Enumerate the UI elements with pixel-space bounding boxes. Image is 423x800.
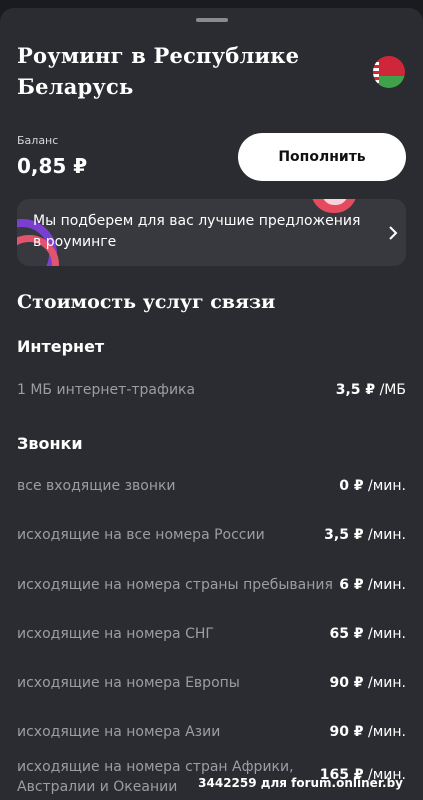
price-row-value: 6 ₽ /мин. (339, 577, 406, 593)
drag-handle[interactable] (196, 18, 228, 22)
price-row-value: 0 ₽ /мин. (339, 478, 406, 494)
price-amount: 6 ₽ (339, 577, 364, 593)
price-row-value: 65 ₽ /мин. (329, 626, 406, 642)
price-unit: /мин. (368, 577, 406, 593)
price-amount: 90 ₽ (329, 675, 364, 691)
promo-text: Мы подберем для вас лучшие предложения в… (33, 213, 361, 250)
price-row-label: исходящие на номера Европы (17, 675, 240, 691)
price-row-label: исходящие на номера Азии (17, 724, 221, 740)
watermark-text: 3442259 для forum.onliner.by (198, 776, 403, 790)
price-row-label: 1 МБ интернет-трафика (17, 382, 196, 398)
balance-label: Баланс (17, 134, 59, 147)
price-unit: /МБ (379, 382, 406, 398)
price-amount: 3,5 ₽ (324, 527, 364, 543)
price-unit: /мин. (368, 478, 406, 494)
internet-category-title: Интернет (17, 337, 105, 356)
title-line-1: Роуминг в Республике (17, 43, 300, 68)
price-amount: 3,5 ₽ (335, 382, 376, 398)
price-unit: /мин. (368, 626, 406, 642)
belarus-flag-icon (373, 56, 405, 88)
price-row-value: 3,5 ₽ /МБ (336, 382, 406, 398)
calls-category-title: Звонки (17, 434, 83, 453)
price-row-label: исходящие на все номера России (17, 527, 265, 543)
promo-banner[interactable]: Мы подберем для вас лучшие предложения в… (17, 199, 406, 266)
balance-value: 0,85 ₽ (17, 154, 88, 178)
price-amount: 90 ₽ (329, 724, 364, 740)
price-amount: 65 ₽ (329, 626, 364, 642)
price-amount: 0 ₽ (339, 478, 364, 494)
price-row-label: все входящие звонки (17, 478, 176, 494)
roaming-sheet: Роуминг в Республике Беларусь Баланс 0,8… (0, 8, 423, 800)
price-unit: /мин. (368, 675, 406, 691)
price-row-label: исходящие на номера страны пребывания (17, 577, 333, 593)
price-row-value: 90 ₽ /мин. (329, 724, 406, 740)
price-row-value: 90 ₽ /мин. (329, 675, 406, 691)
price-row-label: исходящие на номера СНГ (17, 626, 214, 642)
price-row-value: 3,5 ₽ /мин. (324, 527, 406, 543)
page-title: Роуминг в Республике Беларусь (17, 40, 347, 102)
title-line-2: Беларусь (17, 74, 134, 99)
price-unit: /мин. (368, 724, 406, 740)
pricing-title: Стоимость услуг связи (17, 291, 276, 313)
price-unit: /мин. (368, 527, 406, 543)
topup-button[interactable]: Пополнить (238, 133, 406, 181)
chevron-right-icon[interactable] (383, 223, 403, 243)
